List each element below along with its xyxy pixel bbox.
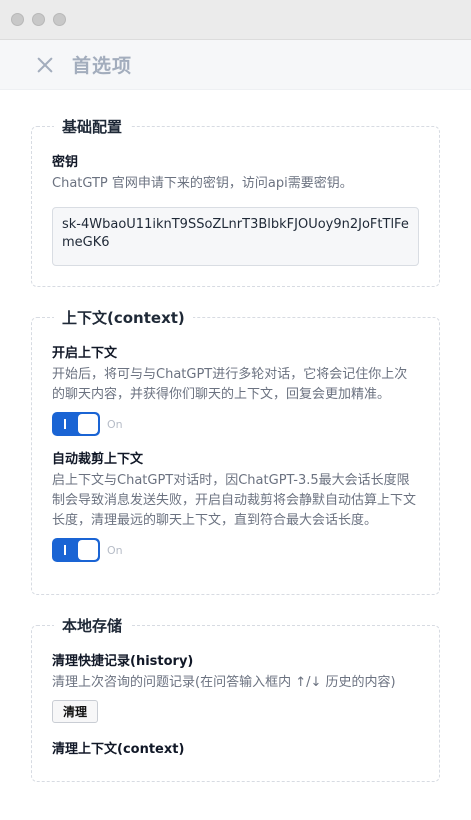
toggle-state-label: On — [107, 543, 123, 557]
section-legend: 基础配置 — [54, 116, 131, 137]
enable-context-label: 开启上下文 — [52, 346, 118, 361]
section-legend: 本地存储 — [54, 615, 131, 636]
zoom-window-button[interactable] — [53, 13, 66, 26]
enable-context-toggle-row: On — [52, 412, 419, 436]
preferences-window: 首选项 基础配置 密钥 ChatGTP 官网申请下来的密钥，访问api需要密钥。… — [0, 0, 471, 820]
toggle-state-label: On — [107, 417, 123, 431]
api-key-label: 密钥 — [52, 155, 79, 170]
section-local-storage: 本地存储 清理快捷记录(history) 清理上次咨询的问题记录(在问答输入框内… — [31, 615, 440, 782]
toggle-knob — [78, 540, 98, 560]
auto-trim-toggle-row: On — [52, 538, 419, 562]
clear-context-label: 清理上下文(context) — [52, 742, 185, 757]
clear-history-label: 清理快捷记录(history) — [52, 654, 194, 669]
section-legend: 上下文(context) — [54, 307, 193, 328]
enable-context-toggle[interactable] — [52, 412, 100, 436]
clear-history-description: 清理上次咨询的问题记录(在问答输入框内 ↑/↓ 历史的内容) — [52, 675, 396, 690]
toggle-on-indicator — [64, 545, 66, 555]
auto-trim-description: 启上下文与ChatGPT对话时，因ChatGPT-3.5最大会话长度限制会导致消… — [52, 473, 417, 528]
close-icon[interactable] — [36, 56, 54, 74]
auto-trim-label: 自动裁剪上下文 — [52, 452, 144, 467]
toggle-knob — [78, 414, 98, 434]
api-key-input[interactable]: sk-4WbaoU11iknT9SSoZLnrT3BlbkFJOUoy9n2Jo… — [52, 207, 419, 266]
minimize-window-button[interactable] — [32, 13, 45, 26]
page-header: 首选项 — [0, 40, 471, 90]
section-context: 上下文(context) 开启上下文 开始后，将可与与ChatGPT进行多轮对话… — [31, 307, 440, 595]
auto-trim-toggle[interactable] — [52, 538, 100, 562]
section-basic-config: 基础配置 密钥 ChatGTP 官网申请下来的密钥，访问api需要密钥。 sk-… — [31, 116, 440, 287]
page-title: 首选项 — [72, 55, 133, 77]
settings-content: 基础配置 密钥 ChatGTP 官网申请下来的密钥，访问api需要密钥。 sk-… — [0, 90, 471, 782]
enable-context-description: 开始后，将可与与ChatGPT进行多轮对话，它将会记住你上次的聊天内容，并获得你… — [52, 367, 408, 402]
api-key-description: ChatGTP 官网申请下来的密钥，访问api需要密钥。 — [52, 176, 353, 191]
window-titlebar — [0, 0, 471, 40]
close-window-button[interactable] — [11, 13, 24, 26]
toggle-on-indicator — [64, 419, 66, 429]
clear-history-button[interactable]: 清理 — [52, 700, 99, 723]
